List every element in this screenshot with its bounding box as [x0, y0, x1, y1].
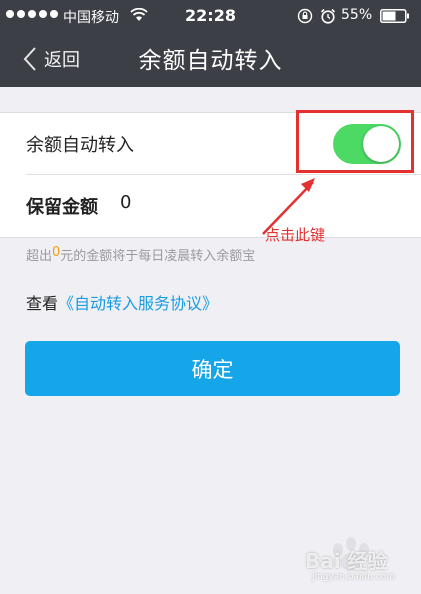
reserve-amount-value[interactable]: 0	[120, 192, 131, 213]
alarm-icon	[320, 8, 336, 24]
transfer-hint: 超出 0 元的金额将于每日凌晨转入余额宝	[26, 245, 255, 264]
annotation-highlight-box	[296, 110, 414, 173]
battery-icon	[380, 9, 409, 23]
header: 中国移动 22:28 55% 返回 余额自动转入	[0, 0, 421, 87]
watermark-text: Bai 经验	[305, 549, 388, 573]
agreement-link[interactable]: 《自动转入服务协议》	[58, 290, 218, 314]
nav-bar: 返回 余额自动转入	[0, 32, 421, 87]
hint-amount: 0	[52, 245, 61, 260]
reserve-amount-row[interactable]: 保留金额 0	[0, 175, 421, 237]
battery-percent: 55%	[341, 7, 373, 23]
hint-suffix: 元的金额将于每日凌晨转入余额宝	[60, 249, 256, 264]
status-bar: 中国移动 22:28 55%	[0, 0, 421, 32]
confirm-button[interactable]: 确定	[25, 341, 400, 396]
annotation-text: 点击此键	[265, 226, 326, 244]
watermark-url: jingyan.baidu.com	[312, 572, 396, 582]
auto-transfer-label: 余额自动转入	[26, 135, 134, 156]
agreement-prefix: 查看	[26, 294, 59, 313]
agreement-line: 查看 《自动转入服务协议》	[26, 290, 218, 314]
rotation-lock-icon	[297, 8, 313, 24]
reserve-amount-label: 保留金额	[26, 197, 98, 218]
page-title: 余额自动转入	[138, 48, 283, 74]
hint-prefix: 超出	[26, 249, 53, 264]
